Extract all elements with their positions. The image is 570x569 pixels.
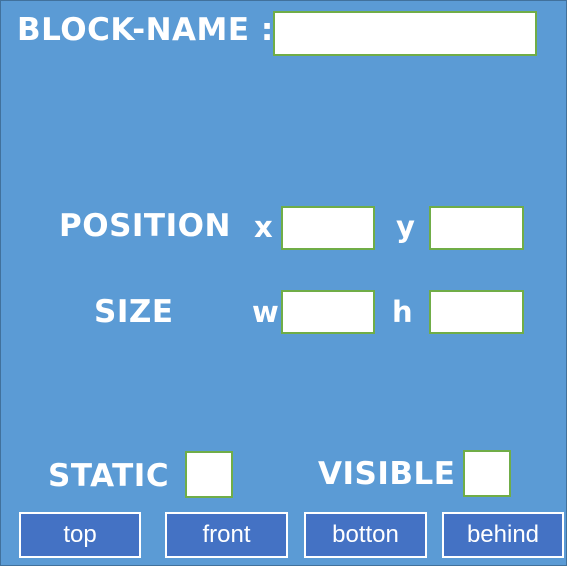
- visible-checkbox[interactable]: [463, 450, 511, 497]
- botton-button-label: botton: [332, 521, 399, 548]
- front-button-label: front: [202, 521, 251, 548]
- size-w-input[interactable]: [281, 290, 375, 334]
- botton-button[interactable]: botton: [304, 512, 427, 558]
- position-label: POSITION: [59, 208, 231, 244]
- block-properties-panel: BLOCK-NAME : POSITION x y SIZE w h STATI…: [0, 0, 567, 566]
- top-button[interactable]: top: [19, 512, 141, 558]
- size-w-label: w: [252, 295, 279, 329]
- static-checkbox[interactable]: [185, 451, 233, 498]
- static-label: STATIC: [48, 458, 170, 494]
- behind-button-label: behind: [466, 521, 540, 548]
- size-label: SIZE: [94, 294, 174, 330]
- visible-label: VISIBLE: [318, 456, 456, 492]
- size-h-label: h: [392, 295, 413, 329]
- behind-button[interactable]: behind: [442, 512, 564, 558]
- position-y-label: y: [396, 210, 415, 244]
- front-button[interactable]: front: [165, 512, 288, 558]
- position-x-input[interactable]: [281, 206, 375, 250]
- position-y-input[interactable]: [429, 206, 524, 250]
- block-name-input[interactable]: [273, 11, 537, 56]
- size-h-input[interactable]: [429, 290, 524, 334]
- block-name-label: BLOCK-NAME :: [17, 12, 274, 48]
- position-x-label: x: [254, 210, 273, 244]
- top-button-label: top: [63, 521, 97, 548]
